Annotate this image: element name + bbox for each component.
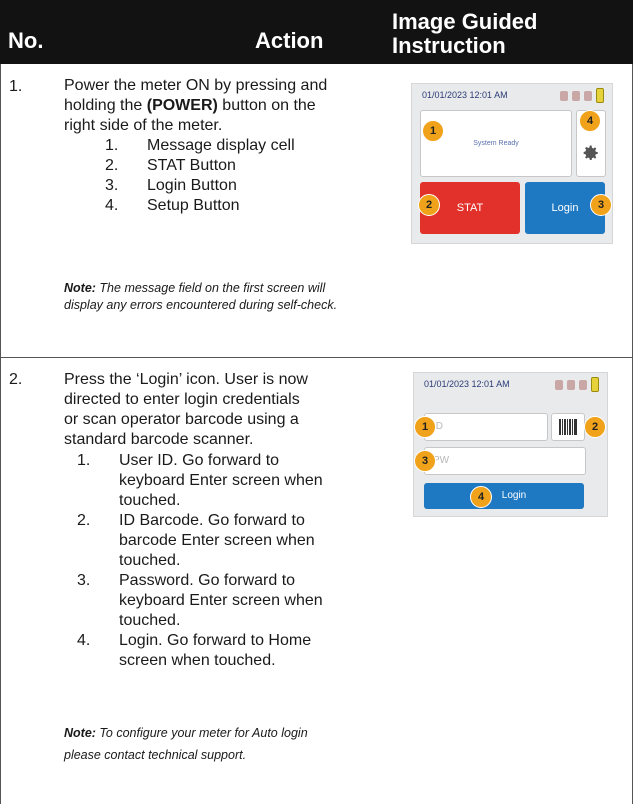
status-icons xyxy=(555,377,599,392)
header-no: No. xyxy=(8,28,44,53)
row-1-line-2b: button on the xyxy=(217,97,316,114)
list-item-label: ID Barcode. Go forward to barcode Enter … xyxy=(119,512,315,569)
battery-icon xyxy=(591,377,599,392)
list-item-number: 1. xyxy=(77,452,91,469)
header-image-guided: Image Guided Instruction xyxy=(392,10,537,58)
list-item: 3. Login Button xyxy=(105,176,365,196)
badge-2: 2 xyxy=(418,194,440,216)
row-divider xyxy=(0,357,633,358)
wifi-icon xyxy=(579,379,587,390)
login-button[interactable]: Login xyxy=(424,483,584,509)
row-1-number: 1. xyxy=(9,78,23,95)
row-1-line-1: Power the meter ON by pressing and xyxy=(64,77,328,94)
gear-icon xyxy=(583,145,598,161)
row-2-line-1: Press the ‘Login’ icon. User is now xyxy=(64,371,308,388)
note-text: To configure your meter for Auto login p… xyxy=(64,726,308,762)
list-item-number: 4. xyxy=(77,632,91,649)
row-2-line-3: or scan operator barcode using a xyxy=(64,411,299,428)
message-display: System Ready xyxy=(420,110,572,177)
status-icons xyxy=(560,88,604,103)
row-1-line-2a: holding the xyxy=(64,97,147,114)
login-label: Login xyxy=(501,490,527,501)
badge-3: 3 xyxy=(590,194,612,216)
power-keyword: (POWER) xyxy=(146,97,218,114)
screen2-mockup: 01/01/2023 12:01 AM ID PW Login 1 2 3 4 xyxy=(413,372,608,517)
list-item-number: 3. xyxy=(77,572,91,589)
mute-icon xyxy=(560,90,568,101)
row-1-note: Note: The message field on the first scr… xyxy=(64,280,339,314)
battery-icon xyxy=(596,88,604,103)
list-item-label: Password. Go forward to keyboard Enter s… xyxy=(119,572,323,629)
row-2-number: 2. xyxy=(9,371,23,388)
status-bar: 01/01/2023 12:01 AM xyxy=(412,84,612,106)
id-barcode-button[interactable] xyxy=(551,413,585,441)
list-item-number: 2. xyxy=(77,512,91,529)
list-item-number: 4. xyxy=(105,197,119,214)
badge-4: 4 xyxy=(579,110,601,132)
password-field[interactable]: PW xyxy=(424,447,586,475)
datetime: 01/01/2023 12:01 AM xyxy=(422,90,508,100)
list-item-label: User ID. Go forward to keyboard Enter sc… xyxy=(119,452,323,509)
list-item: 2. ID Barcode. Go forward to barcode Ente… xyxy=(77,511,337,571)
message-text: System Ready xyxy=(473,140,519,147)
badge-2: 2 xyxy=(584,416,606,438)
table-header: No. Action Image Guided Instruction xyxy=(0,0,633,64)
status-bar: 01/01/2023 12:01 AM xyxy=(414,373,607,395)
row-2-list: 1. User ID. Go forward to keyboard Enter … xyxy=(77,451,337,671)
list-item-number: 1. xyxy=(105,137,119,154)
list-item-number: 3. xyxy=(105,177,119,194)
header-image-line1: Image Guided xyxy=(392,9,538,34)
badge-4: 4 xyxy=(470,486,492,508)
barcode-icon xyxy=(559,419,577,435)
list-item: 4. Login. Go forward to Home screen when … xyxy=(77,631,337,671)
note-label: Note: xyxy=(64,726,96,740)
list-item-label: STAT Button xyxy=(147,157,236,174)
badge-3: 3 xyxy=(414,450,436,472)
list-item-label: Login. Go forward to Home screen when to… xyxy=(119,632,312,669)
list-item: 1. Message display cell xyxy=(105,136,365,156)
user-id-field[interactable]: ID xyxy=(424,413,548,441)
row-2-instruction: Press the ‘Login’ icon. User is now dire… xyxy=(64,370,379,450)
note-text: The message field on the first screen wi… xyxy=(64,281,338,312)
row-2-line-2: directed to enter login credentials xyxy=(64,391,300,408)
datetime: 01/01/2023 12:01 AM xyxy=(424,379,510,389)
badge-1: 1 xyxy=(414,416,436,438)
mute-icon xyxy=(555,379,563,390)
bluetooth-icon xyxy=(572,90,580,101)
list-item-label: Message display cell xyxy=(147,137,295,154)
list-item: 4. Setup Button xyxy=(105,196,365,216)
list-item-number: 2. xyxy=(105,157,119,174)
list-item: 3. Password. Go forward to keyboard Enter… xyxy=(77,571,337,631)
wifi-icon xyxy=(584,90,592,101)
row-1-instruction: Power the meter ON by pressing and holdi… xyxy=(64,76,379,136)
list-item-label: Setup Button xyxy=(147,197,240,214)
header-image-line2: Instruction xyxy=(392,33,506,58)
list-item-label: Login Button xyxy=(147,177,237,194)
row-2-note: Note: To configure your meter for Auto l… xyxy=(64,722,339,766)
row-1-list: 1. Message display cell 2. STAT Button 3. L… xyxy=(105,136,365,216)
list-item: 1. User ID. Go forward to keyboard Enter … xyxy=(77,451,337,511)
note-label: Note: xyxy=(64,281,96,295)
bluetooth-icon xyxy=(567,379,575,390)
badge-1: 1 xyxy=(422,120,444,142)
list-item: 2. STAT Button xyxy=(105,156,365,176)
row-2-line-4: standard barcode scanner. xyxy=(64,431,254,448)
screen1-mockup: 01/01/2023 12:01 AM System Ready STAT Lo… xyxy=(411,83,613,244)
table-border-left xyxy=(0,64,1,804)
header-action: Action xyxy=(255,28,324,53)
row-1-line-3: right side of the meter. xyxy=(64,117,223,134)
